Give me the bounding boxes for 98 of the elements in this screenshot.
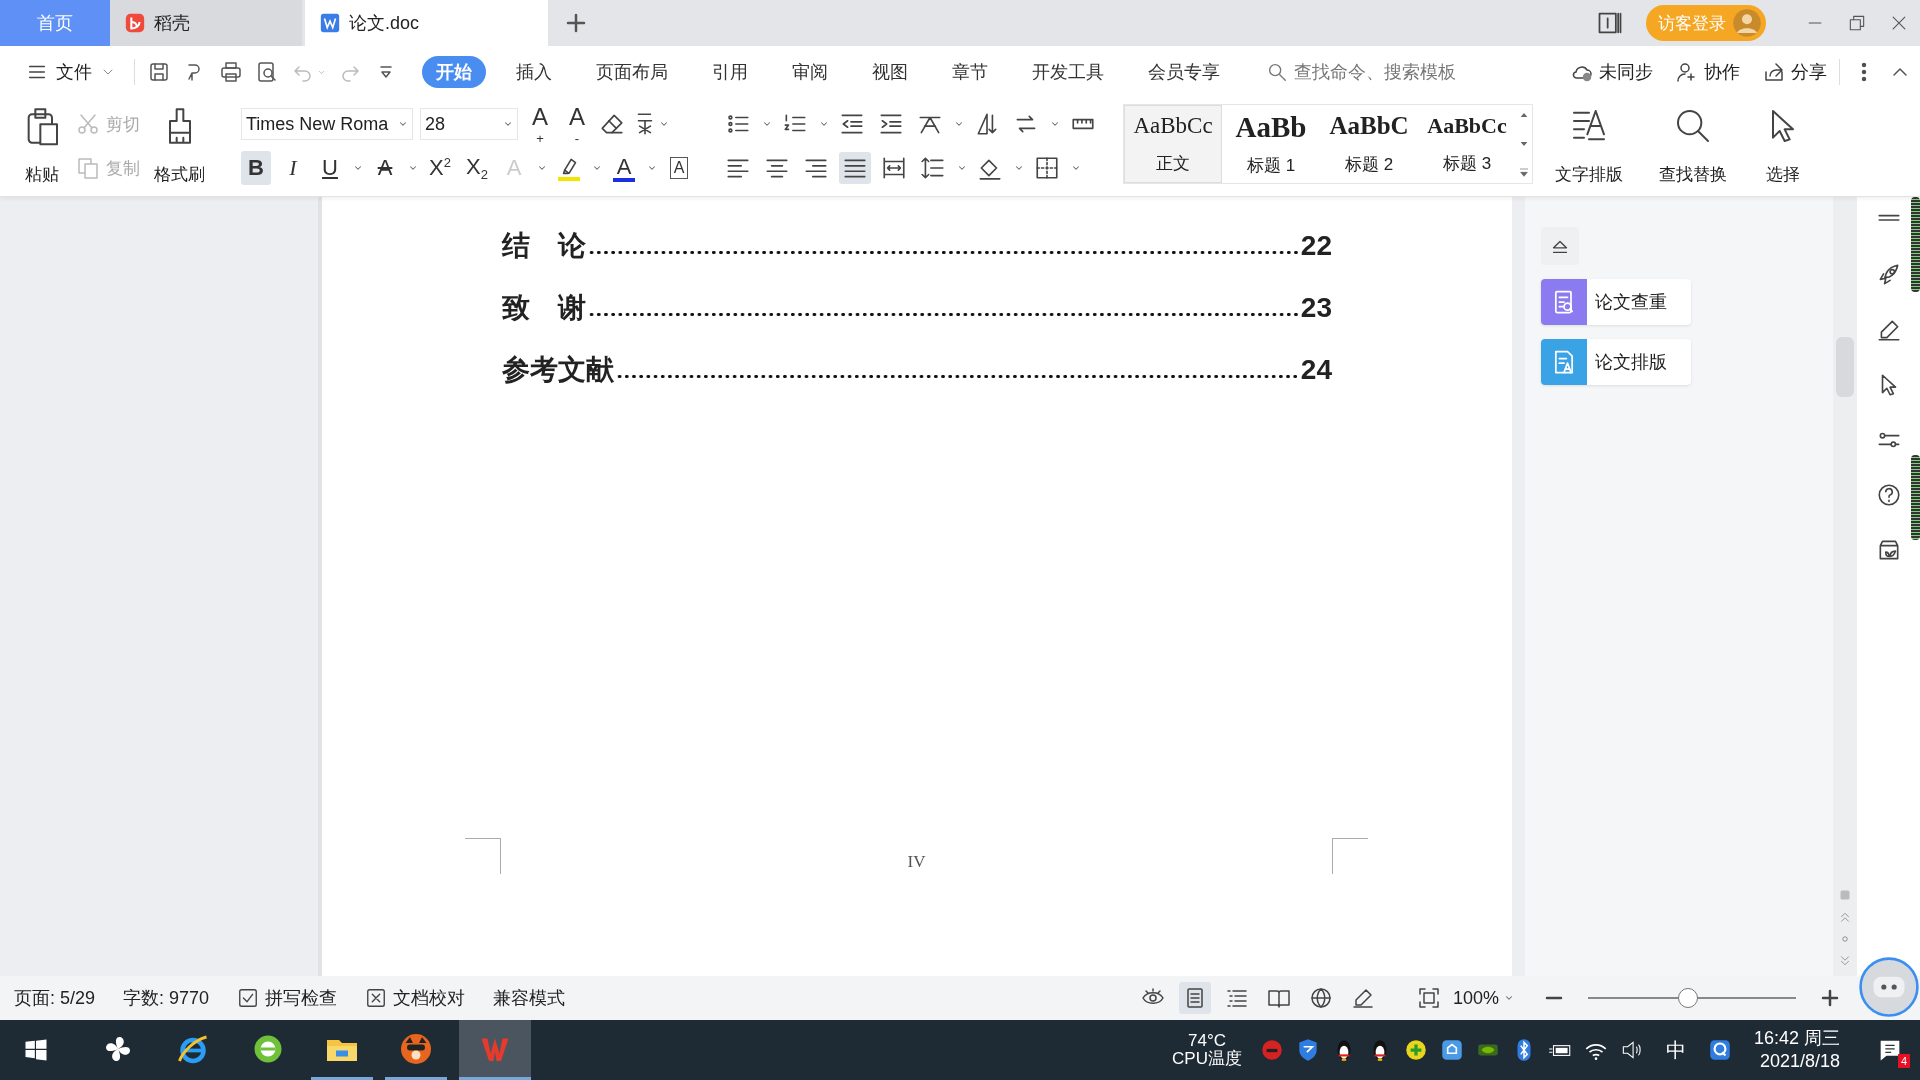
sync-button[interactable]: 未同步 xyxy=(1570,60,1653,84)
caret-icon xyxy=(1050,119,1060,129)
caret-icon xyxy=(592,163,602,173)
crop-mark xyxy=(1332,838,1368,874)
input-method[interactable]: 中 xyxy=(1665,1036,1686,1064)
temperature-label: CPU温度 xyxy=(1172,1050,1242,1068)
caret-icon xyxy=(647,163,657,173)
ribbon-tab[interactable]: 开发工具 xyxy=(1018,56,1118,88)
toc-title: 参考文献 xyxy=(502,352,614,388)
style-preset[interactable]: AaBbCc 标题 3 xyxy=(1418,105,1516,183)
ribbon-tab[interactable]: 页面布局 xyxy=(582,56,682,88)
toc-page-number: 23 xyxy=(1300,292,1332,324)
new-tab-icon[interactable] xyxy=(564,11,588,35)
layout-button[interactable]: 文字排版 xyxy=(1551,102,1627,190)
search-icon xyxy=(1266,61,1288,83)
share-icon xyxy=(1762,60,1786,84)
globe-icon xyxy=(1308,986,1333,1010)
subscript-button[interactable]: X$_{2}$ xyxy=(462,151,492,185)
style-preset[interactable]: AaBbCc 正文 xyxy=(1124,105,1222,183)
cross-box-icon xyxy=(365,987,388,1009)
font-size-field[interactable]: 28 xyxy=(420,108,518,140)
pen-icon xyxy=(1350,986,1375,1010)
fit-screen-icon[interactable] xyxy=(1416,986,1441,1010)
style-preset[interactable]: AaBbC 标题 2 xyxy=(1320,105,1418,183)
zoom-dropdown[interactable]: 100% xyxy=(1452,987,1514,1009)
help-icon[interactable] xyxy=(1875,482,1902,508)
distribute-icon xyxy=(881,155,907,181)
find-button[interactable]: 查找替换 xyxy=(1655,102,1731,190)
caret-icon xyxy=(537,163,547,173)
temperature-reading: 74°C xyxy=(1188,1032,1226,1050)
caret-icon xyxy=(762,119,772,129)
strikethrough-button[interactable]: A xyxy=(370,151,400,185)
search-field[interactable]: 查找命令、搜索模板 xyxy=(1266,60,1506,84)
ribbon-tab[interactable]: 审阅 xyxy=(778,56,842,88)
toc-page-number: 24 xyxy=(1300,354,1332,386)
caret-icon xyxy=(408,163,418,173)
caret-icon xyxy=(957,163,967,173)
caret-icon xyxy=(1014,163,1024,173)
side-panel-button[interactable]: 论文排版 xyxy=(1541,339,1691,385)
bold-button[interactable]: B xyxy=(241,151,271,185)
caret-icon xyxy=(659,119,669,129)
word-count: 字数: 9770 xyxy=(123,987,210,1010)
page-view-button[interactable] xyxy=(1178,982,1211,1014)
caret-icon xyxy=(819,119,829,129)
save-icon[interactable] xyxy=(147,60,171,84)
restore-icon[interactable] xyxy=(1847,13,1867,33)
ribbon-tab[interactable]: 插入 xyxy=(502,56,566,88)
caret-icon xyxy=(503,119,513,129)
crop-mark xyxy=(465,838,501,874)
ribbon-tab[interactable]: 引用 xyxy=(698,56,762,88)
preview-icon[interactable] xyxy=(255,60,279,84)
avatar-icon xyxy=(1732,8,1762,38)
caret-icon xyxy=(954,119,964,129)
collab-button[interactable]: 协作 xyxy=(1675,60,1740,84)
underline-button[interactable]: U xyxy=(315,151,345,185)
ribbon-tab[interactable]: 视图 xyxy=(858,56,922,88)
toc-page-number: 22 xyxy=(1300,230,1332,262)
ribbon-tab[interactable]: 章节 xyxy=(938,56,1002,88)
printer-icon[interactable] xyxy=(219,60,243,84)
writer-logo-icon xyxy=(319,12,341,34)
caret-icon xyxy=(398,119,408,129)
copy-icon xyxy=(76,156,100,180)
document-tab[interactable]: 稻壳 xyxy=(110,0,302,46)
proofread-button[interactable]: 文档校对 xyxy=(365,986,466,1010)
font-color-button[interactable]: A xyxy=(609,151,639,185)
line-spacing-icon xyxy=(920,155,946,181)
checkbox-icon xyxy=(237,987,260,1009)
borders-icon xyxy=(1034,155,1060,181)
paste-button[interactable]: 粘贴 xyxy=(18,102,66,190)
scissors-icon xyxy=(76,112,100,136)
select-button[interactable]: 选择 xyxy=(1759,102,1807,190)
caret-icon xyxy=(353,163,363,173)
toc-title: 致 谢 xyxy=(502,290,586,326)
format-painter-button[interactable]: 格式刷 xyxy=(150,102,209,190)
caret-icon xyxy=(1504,993,1514,1003)
page-number: IV xyxy=(907,852,926,872)
superscript-button[interactable]: X$^{2}$ xyxy=(425,151,455,185)
share-button[interactable]: 分享 xyxy=(1762,60,1827,84)
file-menu[interactable]: 文件 xyxy=(20,56,122,88)
document-tab[interactable]: 论文.doc xyxy=(305,0,548,46)
notification-button[interactable]: 4 xyxy=(1870,1030,1910,1070)
notification-badge: 4 xyxy=(1897,1054,1910,1068)
spell-check-button[interactable]: 拼写检查 xyxy=(237,986,338,1010)
page-count: 页面: 5/29 xyxy=(14,987,96,1010)
font-name-field[interactable]: Times New Roma xyxy=(241,108,413,140)
side-panel-button[interactable]: 论文查重 xyxy=(1541,279,1691,325)
slider-thumb[interactable] xyxy=(1677,988,1698,1008)
toc-title: 结 论 xyxy=(502,228,586,264)
italic-button[interactable]: I xyxy=(278,151,308,185)
collapse-button[interactable] xyxy=(1541,227,1579,265)
character-border-button[interactable]: A xyxy=(664,151,694,185)
caret-icon xyxy=(1071,163,1081,173)
clock[interactable]: 16:42 周三 2021/8/18 xyxy=(1753,1026,1840,1074)
style-preset[interactable]: AaBb 标题 1 xyxy=(1222,105,1320,183)
justify-button[interactable] xyxy=(839,152,871,184)
docer-logo-icon xyxy=(124,12,146,34)
compatibility-mode: 兼容模式 xyxy=(493,987,566,1010)
ribbon-tab[interactable]: 会员专享 xyxy=(1134,56,1234,88)
